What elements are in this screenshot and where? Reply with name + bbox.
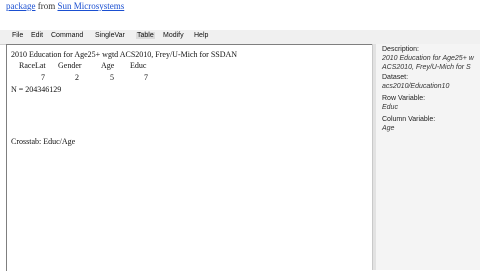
output-pane[interactable]: 2010 Education for Age25+ wgtd ACS2010, …	[6, 44, 373, 271]
package-link[interactable]: package	[6, 1, 35, 11]
menu-file[interactable]: File	[12, 32, 23, 39]
column-header-educ: Educ	[130, 61, 147, 70]
browser-text-strip: package from Sun Microsystems	[0, 0, 480, 18]
value-gender: 2	[75, 73, 79, 82]
column-header-gender: Gender	[58, 61, 82, 70]
menu-edit[interactable]: Edit	[31, 32, 43, 39]
total-count: N = 204346129	[11, 85, 62, 94]
value-age: 5	[110, 73, 114, 82]
menu-bar: File Edit Command SingleVar Table Modify…	[0, 30, 480, 45]
menu-command[interactable]: Command	[51, 32, 83, 39]
column-header-racelat: RaceLat	[19, 61, 46, 70]
description-label: Description:	[382, 46, 419, 53]
menu-singlevar[interactable]: SingleVar	[95, 32, 125, 39]
vendor-link[interactable]: Sun Microsystems	[57, 1, 124, 11]
row-variable-label: Row Variable:	[382, 95, 426, 102]
menu-help[interactable]: Help	[194, 32, 208, 39]
crosstab-label: Crosstab: Educ/Age	[11, 137, 76, 146]
dataset-label: Dataset:	[382, 74, 409, 81]
output-title: 2010 Education for Age25+ wgtd ACS2010, …	[11, 50, 238, 59]
column-variable-value: Age	[382, 125, 395, 132]
row-variable-value: Educ	[382, 104, 398, 111]
menu-modify[interactable]: Modify	[163, 32, 184, 39]
column-variable-label: Column Variable:	[382, 116, 436, 123]
column-header-age: Age	[101, 61, 115, 70]
from-text: from	[37, 1, 56, 11]
menu-table[interactable]: Table	[136, 32, 155, 39]
value-racelat: 7	[41, 73, 45, 82]
description-line-1: 2010 Education for Age25+ w	[382, 55, 474, 62]
value-educ: 7	[144, 73, 148, 82]
info-sidebar: Description: 2010 Education for Age25+ w…	[376, 44, 480, 270]
requirement-note: package from Sun Microsystems	[6, 1, 124, 11]
dataset-value: acs2010/Education10	[382, 83, 450, 90]
description-line-2: ACS2010, Frey/U-Mich for S	[382, 64, 471, 71]
